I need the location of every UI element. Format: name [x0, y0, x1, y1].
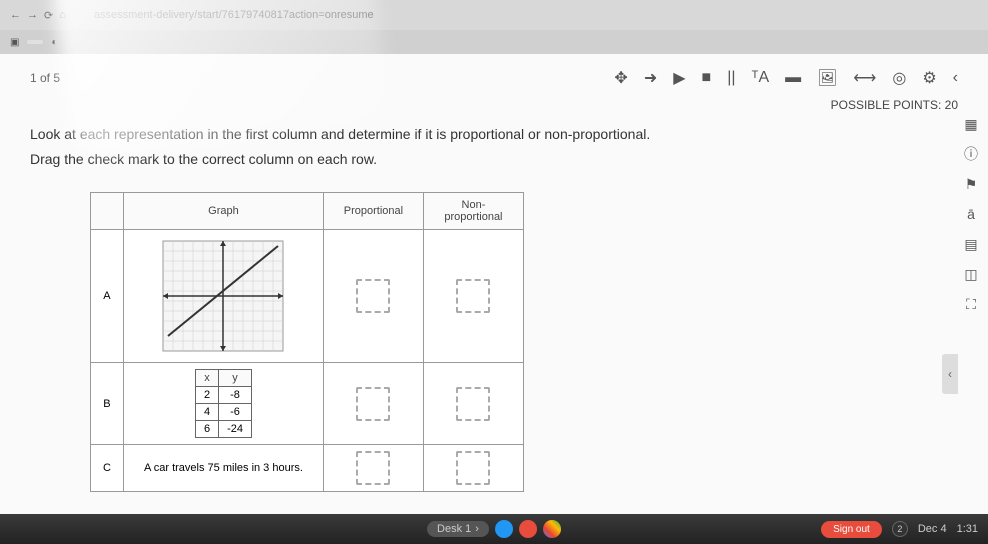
row-c-prop-drop[interactable]: [323, 445, 423, 492]
points-label: POSSIBLE POINTS: 20: [30, 98, 958, 112]
xy-y1: -8: [219, 387, 252, 404]
tab-favicon: ▣: [10, 37, 19, 48]
xy-xh: x: [195, 370, 218, 387]
main-content: 1 of 5 ✥ ➜ ▶ ■ || ᵀA ▬ 🖼 ⟷ ◎ ⚙ ‹ POSSIBL…: [0, 54, 988, 514]
row-a-graph: [123, 230, 323, 363]
browser-bar: ← → ⟳ ⌂ assessment-delivery/start/761797…: [0, 0, 988, 30]
row-c-text: A car travels 75 miles in 3 hours.: [123, 445, 323, 492]
collapse-tab[interactable]: ‹: [942, 354, 958, 394]
pointer-icon[interactable]: ➜: [644, 68, 657, 88]
taskbar: Desk 1 › Sign out 2 Dec 4 1:31: [0, 514, 988, 544]
xy-table: xy 2-8 4-6 6-24: [195, 369, 252, 438]
taskbar-app-2-icon[interactable]: [519, 520, 537, 538]
home-icon[interactable]: ⌂: [59, 9, 66, 22]
tab-1[interactable]: [27, 40, 43, 44]
image-icon[interactable]: 🖼: [817, 68, 837, 88]
xy-x1: 2: [195, 387, 218, 404]
taskbar-date: Dec 4: [918, 523, 947, 535]
right-sidebar: ▦ ⓘ ⚑ ā ▤ ◫ ⛶: [958, 114, 984, 314]
taskbar-time: 1:31: [957, 523, 978, 535]
header-nonproportional: Non-proportional: [423, 193, 523, 230]
table-row-c: C A car travels 75 miles in 3 hours.: [91, 445, 524, 492]
xy-x3: 6: [195, 421, 218, 438]
book-icon[interactable]: ▬: [785, 69, 801, 87]
taskbar-app-1-icon[interactable]: [495, 520, 513, 538]
sidebar-grid-icon[interactable]: ▦: [961, 114, 981, 134]
xy-yh: y: [219, 370, 252, 387]
drop-zone[interactable]: [456, 387, 490, 421]
progress-label: 1 of 5: [30, 71, 60, 85]
gear-icon[interactable]: ⚙: [922, 68, 936, 88]
row-b-content: xy 2-8 4-6 6-24: [123, 363, 323, 445]
sidebar-info-icon[interactable]: ⓘ: [961, 144, 981, 164]
notification-badge[interactable]: 2: [892, 521, 908, 537]
table-row-b: B xy 2-8 4-6 6-24: [91, 363, 524, 445]
table-row-a: A: [91, 230, 524, 363]
desk-arrow-icon: ›: [475, 523, 479, 535]
sidebar-lines-icon[interactable]: ▤: [961, 234, 981, 254]
taskbar-right: Sign out 2 Dec 4 1:31: [821, 521, 978, 538]
instruction-line-2: Drag the check mark to the correct colum…: [30, 147, 958, 172]
stop-icon[interactable]: ■: [702, 69, 712, 87]
target-icon[interactable]: ◎: [892, 68, 906, 88]
signout-button[interactable]: Sign out: [821, 521, 882, 538]
row-b-label: B: [91, 363, 124, 445]
question-table: Graph Proportional Non-proportional A: [90, 192, 524, 492]
pause-icon[interactable]: ||: [727, 69, 735, 87]
instructions: Look at each representation in the first…: [30, 122, 958, 172]
taskbar-chrome-icon[interactable]: [543, 520, 561, 538]
row-a-nonprop-drop[interactable]: [423, 230, 523, 363]
header-blank: [91, 193, 124, 230]
url-text: assessment-delivery/start/76179740817act…: [94, 9, 374, 21]
sidebar-abar-icon[interactable]: ā: [961, 204, 981, 224]
back-icon[interactable]: ←: [10, 9, 21, 22]
toolbar: 1 of 5 ✥ ➜ ▶ ■ || ᵀA ▬ 🖼 ⟷ ◎ ⚙ ‹: [30, 64, 958, 98]
row-a-prop-drop[interactable]: [323, 230, 423, 363]
header-graph: Graph: [123, 193, 323, 230]
desk-switcher[interactable]: Desk 1 ›: [427, 521, 489, 537]
table-header-row: Graph Proportional Non-proportional: [91, 193, 524, 230]
move-icon[interactable]: ✥: [614, 68, 627, 88]
sidebar-box-icon[interactable]: ◫: [961, 264, 981, 284]
sidebar-flag-icon[interactable]: ⚑: [961, 174, 981, 194]
graph-a-svg: [153, 236, 293, 356]
forward-icon[interactable]: →: [27, 9, 38, 22]
drop-zone[interactable]: [456, 451, 490, 485]
row-c-nonprop-drop[interactable]: [423, 445, 523, 492]
row-b-nonprop-drop[interactable]: [423, 363, 523, 445]
drop-zone[interactable]: [356, 279, 390, 313]
desk-label: Desk 1: [437, 523, 471, 535]
drop-zone[interactable]: [456, 279, 490, 313]
width-icon[interactable]: ⟷: [853, 68, 876, 88]
header-proportional: Proportional: [323, 193, 423, 230]
tab-bar: ▣ ◐: [0, 30, 988, 54]
browser-nav: ← → ⟳ ⌂: [10, 9, 66, 22]
taskbar-center: Desk 1 ›: [427, 520, 561, 538]
instruction-line-1: Look at each representation in the first…: [30, 122, 958, 147]
sidebar-fullscreen-icon[interactable]: ⛶: [961, 294, 981, 314]
back-nav-icon[interactable]: ‹: [953, 69, 958, 87]
row-c-label: C: [91, 445, 124, 492]
play-icon[interactable]: ▶: [673, 68, 685, 88]
text-tool-icon[interactable]: ᵀA: [752, 69, 770, 87]
reload-icon[interactable]: ⟳: [44, 9, 53, 22]
drop-zone[interactable]: [356, 451, 390, 485]
xy-y3: -24: [219, 421, 252, 438]
xy-y2: -6: [219, 404, 252, 421]
drop-zone[interactable]: [356, 387, 390, 421]
tab-favicon-2: ◐: [51, 37, 57, 48]
row-a-label: A: [91, 230, 124, 363]
toolbar-right: ✥ ➜ ▶ ■ || ᵀA ▬ 🖼 ⟷ ◎ ⚙ ‹: [614, 68, 958, 88]
xy-x2: 4: [195, 404, 218, 421]
row-b-prop-drop[interactable]: [323, 363, 423, 445]
